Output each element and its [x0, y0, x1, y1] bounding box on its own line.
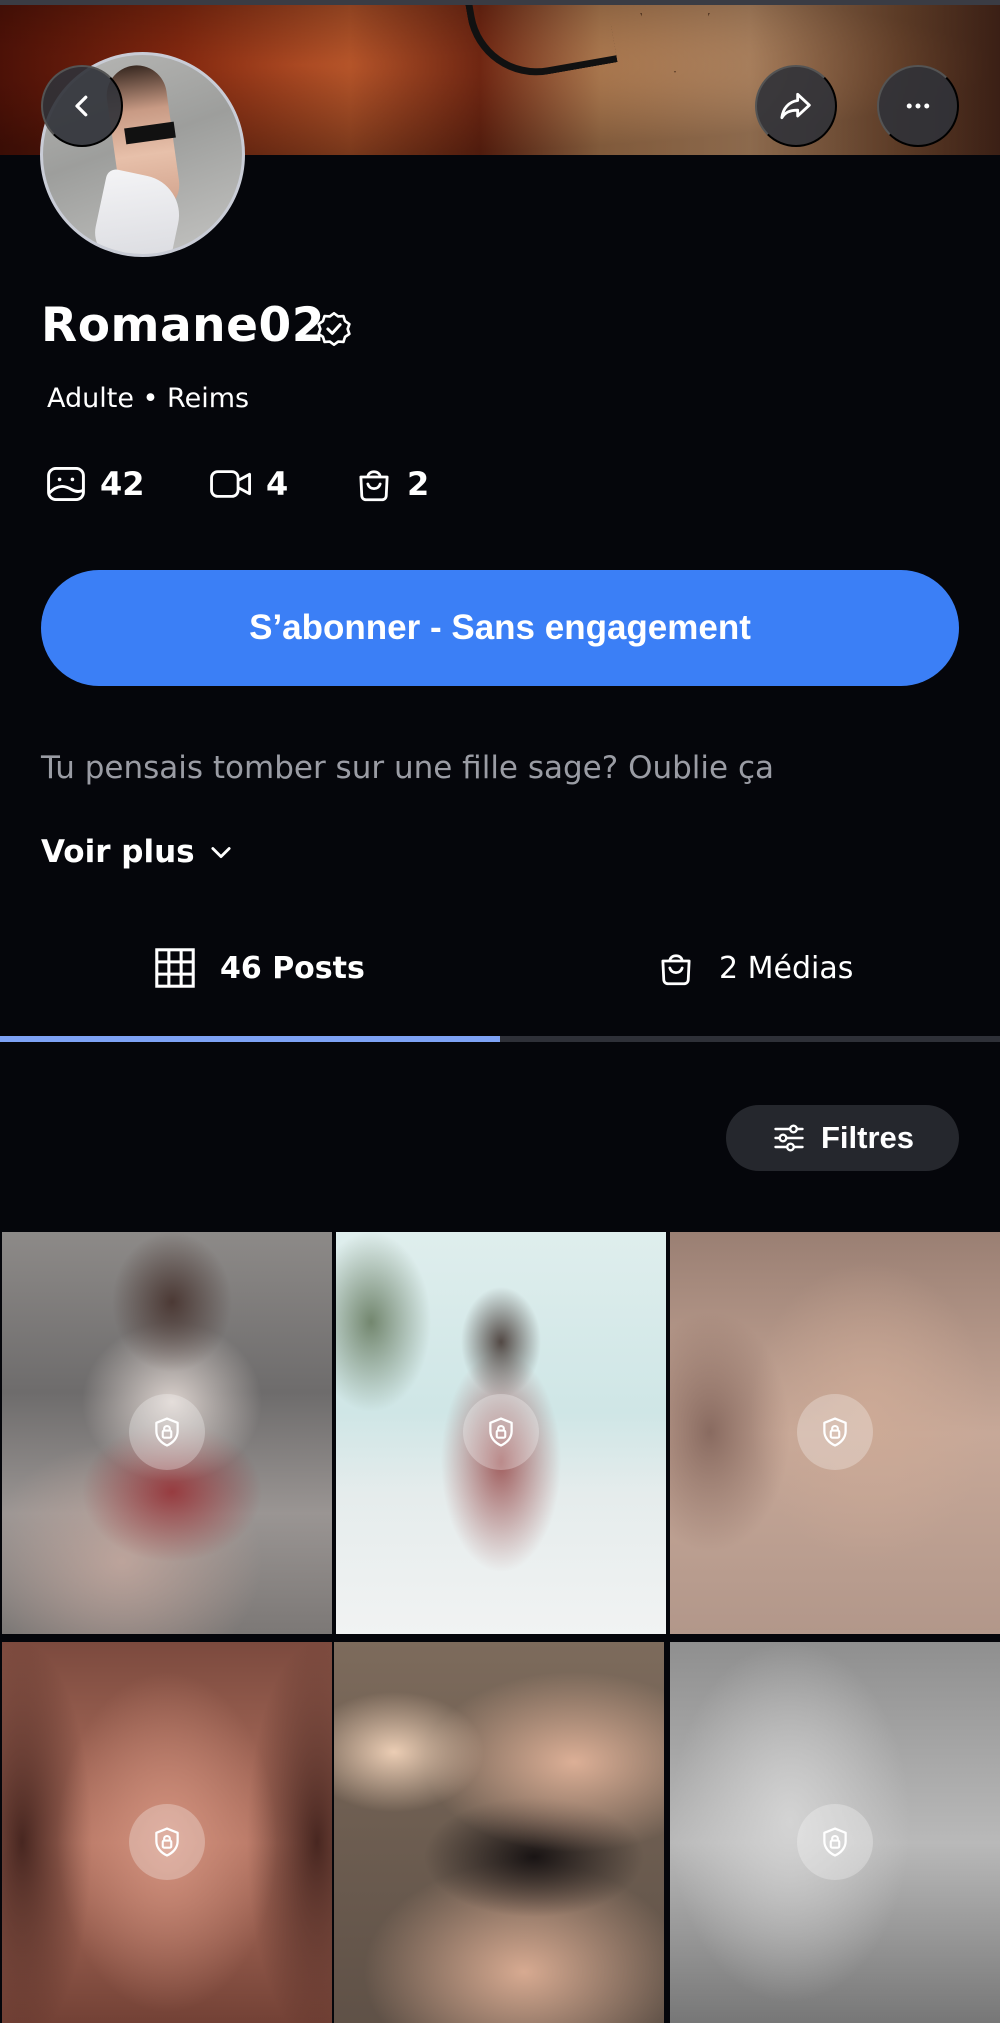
more-button[interactable] — [877, 65, 959, 147]
shopping-bag-icon — [661, 954, 691, 986]
subscribe-button[interactable]: S’abonner - Sans engagement — [41, 570, 959, 686]
photo-icon — [47, 466, 85, 502]
shopping-bag-icon — [359, 470, 389, 502]
grid-tile-locked[interactable] — [2, 1232, 332, 1634]
filter-button[interactable]: Filtres — [726, 1105, 959, 1171]
share-button[interactable] — [755, 65, 837, 147]
video-icon — [210, 470, 251, 498]
stat-videos: 4 — [208, 462, 288, 506]
grid-tile-locked[interactable] — [670, 1232, 1000, 1634]
stat-photos: 42 — [44, 462, 145, 506]
grid-tile-locked[interactable] — [336, 1232, 666, 1634]
stat-videos-count: 4 — [266, 465, 289, 503]
tab-active-indicator — [0, 1036, 500, 1042]
profile-meta: Adulte • Reims — [47, 383, 250, 414]
stat-photos-count: 42 — [100, 465, 145, 503]
grid-tile-locked[interactable] — [670, 1642, 1000, 2023]
grid-tile-preview[interactable] — [334, 1642, 664, 2023]
lock-shield-icon — [129, 1394, 205, 1470]
lock-shield-icon — [129, 1804, 205, 1880]
lock-shield-icon — [797, 1394, 873, 1470]
verified-badge-icon — [317, 311, 351, 347]
see-more-toggle[interactable]: Voir plus — [41, 834, 235, 870]
profile-bio: Tu pensais tomber sur une fille sage? Ou… — [41, 750, 774, 786]
tab-posts[interactable]: 46 Posts — [152, 940, 365, 996]
sliders-icon — [774, 1124, 804, 1152]
grid-icon — [155, 948, 195, 988]
filter-label: Filtres — [820, 1120, 915, 1155]
chevron-down-icon — [211, 847, 231, 859]
tab-medias[interactable]: 2 Médias — [655, 940, 853, 996]
tab-posts-label: 46 Posts — [220, 950, 365, 986]
share-icon — [780, 92, 811, 120]
stat-shop-count: 2 — [407, 465, 430, 503]
more-icon — [906, 103, 930, 109]
profile-name: Romane02 — [41, 298, 325, 353]
back-button[interactable] — [41, 65, 123, 147]
grid-tile-locked[interactable] — [2, 1642, 332, 2023]
see-more-label: Voir plus — [41, 834, 195, 870]
lock-shield-icon — [797, 1804, 873, 1880]
lock-shield-icon — [463, 1394, 539, 1470]
tab-medias-label: 2 Médias — [719, 950, 854, 986]
top-edge-line — [0, 0, 1000, 5]
stat-shop: 2 — [353, 462, 429, 506]
chevron-left-icon — [75, 95, 88, 117]
